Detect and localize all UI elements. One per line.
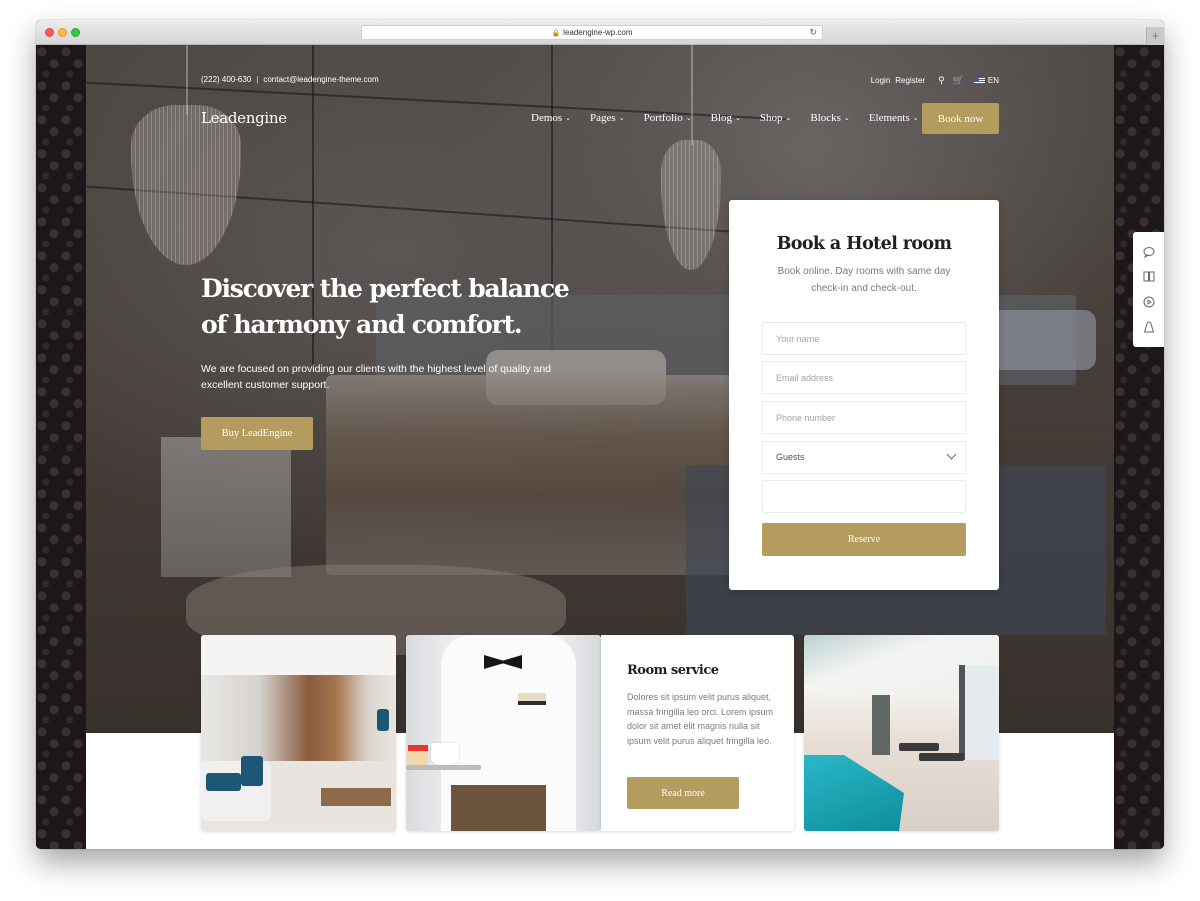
nav-label: Demos [531,112,563,124]
address-bar[interactable]: 🔒 leadengine-wp.com ↻ [361,25,823,40]
nav-item-pages[interactable]: Pages ⌄ [590,112,625,124]
phone-number[interactable]: (222) 400-630 [201,75,251,84]
guests-select[interactable]: Guests [762,441,966,474]
main-navigation: Demos ⌄ Pages ⌄ Portfolio ⌄ Blog ⌄ Shop ⌄ Blo… [531,112,938,124]
book-icon[interactable] [1141,269,1156,284]
pool-water [804,755,904,831]
pendant-lamp [131,105,241,265]
lounger [899,743,939,751]
chevron-down-icon: ⌄ [735,114,741,122]
pendant-lamp [661,140,721,270]
chevron-down-icon: ⌄ [785,114,792,122]
email-link[interactable]: contact@leadengine-theme.com [263,75,378,84]
nav-item-demos[interactable]: Demos ⌄ [531,112,571,124]
nav-item-shop[interactable]: Shop ⌄ [760,112,792,124]
nightstand [161,437,291,577]
apron [451,785,546,831]
room-service-title: Room service [627,663,719,678]
contact-info: (222) 400-630 | contact@leadengine-theme.c… [201,75,379,84]
hotel-lobby-image [201,635,396,831]
language-label: EN [987,76,999,85]
booking-subtitle: Book online. Day rooms with same day che… [777,266,951,294]
room-service-description: Dolores sit ipsum velit purus aliquet, m… [627,692,774,746]
nav-label: Shop [759,112,783,124]
damask-background-left [36,45,86,849]
top-info-bar: (222) 400-630 | contact@leadengine-theme.c… [201,75,999,89]
chevron-down-icon: ⌄ [912,114,919,122]
browser-titlebar: 🔒 leadengine-wp.com ↻ + [36,20,1164,45]
indoor-pool-image [804,635,999,831]
lock-icon: 🔒 [551,30,561,37]
lobby-ceiling [201,635,396,675]
lounger [919,753,964,761]
booking-title: Book a Hotel room [776,234,952,254]
pool-window [959,665,999,760]
nav-item-blocks[interactable]: Blocks ⌄ [810,112,849,124]
site-logo[interactable]: Leadengine [201,109,287,127]
read-more-button[interactable]: Read more [627,777,739,809]
hero-title: Discover the perfect balance of harmony … [201,274,570,339]
cake [408,745,428,765]
tray [406,765,481,770]
nav-item-elements[interactable]: Elements ⌄ [869,112,919,124]
nav-item-portfolio[interactable]: Portfolio ⌄ [644,112,692,124]
nav-item-blog[interactable]: Blog ⌄ [711,112,741,124]
cushion [241,756,263,786]
side-toolbar [1133,232,1164,347]
chevron-down-icon [946,449,957,460]
nav-label: Portfolio [643,112,683,124]
new-tab-button[interactable]: + [1146,27,1164,45]
web-page: (222) 400-630 | contact@leadengine-theme.c… [36,45,1164,849]
bag-icon[interactable] [1141,319,1156,334]
url-text: leadengine-wp.com [563,28,633,37]
plus-icon: + [1151,28,1160,43]
name-field[interactable] [762,322,966,355]
account-links: Login Register ⚲ 🛒 EN [871,75,999,86]
buy-leadengine-button[interactable]: Buy LeadEngine [201,417,313,450]
email-field[interactable] [762,361,966,394]
chevron-down-icon: ⌄ [618,114,625,122]
room-service-card: Room service Dolores sit ipsum velit pur… [601,635,794,831]
booking-form-card: Book a Hotel room Book online. Day rooms… [729,200,999,590]
nav-label: Pages [590,112,616,124]
hero-subtitle: We are focused on providing our clients … [201,363,552,391]
language-selector[interactable]: EN [973,76,999,85]
play-icon[interactable] [1141,294,1156,309]
login-link[interactable]: Login [871,76,891,85]
coffee-cup [431,743,459,765]
browser-window: 🔒 leadengine-wp.com ↻ + (222) 400-630 | … [36,20,1164,849]
damask-background-right [1114,45,1164,849]
cart-icon[interactable]: 🛒 [953,75,964,86]
search-icon[interactable]: ⚲ [938,75,945,86]
waiter-image [406,635,601,831]
chevron-down-icon: ⌄ [565,114,572,122]
chevron-down-icon: ⌄ [685,114,692,122]
minimize-window-button[interactable] [58,28,67,37]
register-link[interactable]: Register [895,76,925,85]
separator: | [256,75,259,84]
lamp-cord [691,45,693,145]
reserve-button[interactable]: Reserve [762,523,966,556]
cushion [377,709,389,731]
name-badge [518,693,546,705]
close-window-button[interactable] [45,28,54,37]
help-bubble-icon[interactable] [1141,244,1156,259]
nav-label: Elements [868,112,910,124]
reload-icon[interactable]: ↻ [809,26,817,39]
zoom-window-button[interactable] [71,28,80,37]
nav-label: Blocks [810,112,841,124]
us-flag-icon [973,77,985,85]
guests-selected-value: Guests [776,452,805,462]
extra-field[interactable] [762,480,966,513]
book-now-button[interactable]: Book now [922,103,999,134]
nav-label: Blog [710,112,732,124]
phone-field[interactable] [762,401,966,434]
pool-pillar [872,695,890,755]
cushion [206,773,241,791]
chevron-down-icon: ⌄ [843,114,850,122]
coffee-table [321,788,391,806]
